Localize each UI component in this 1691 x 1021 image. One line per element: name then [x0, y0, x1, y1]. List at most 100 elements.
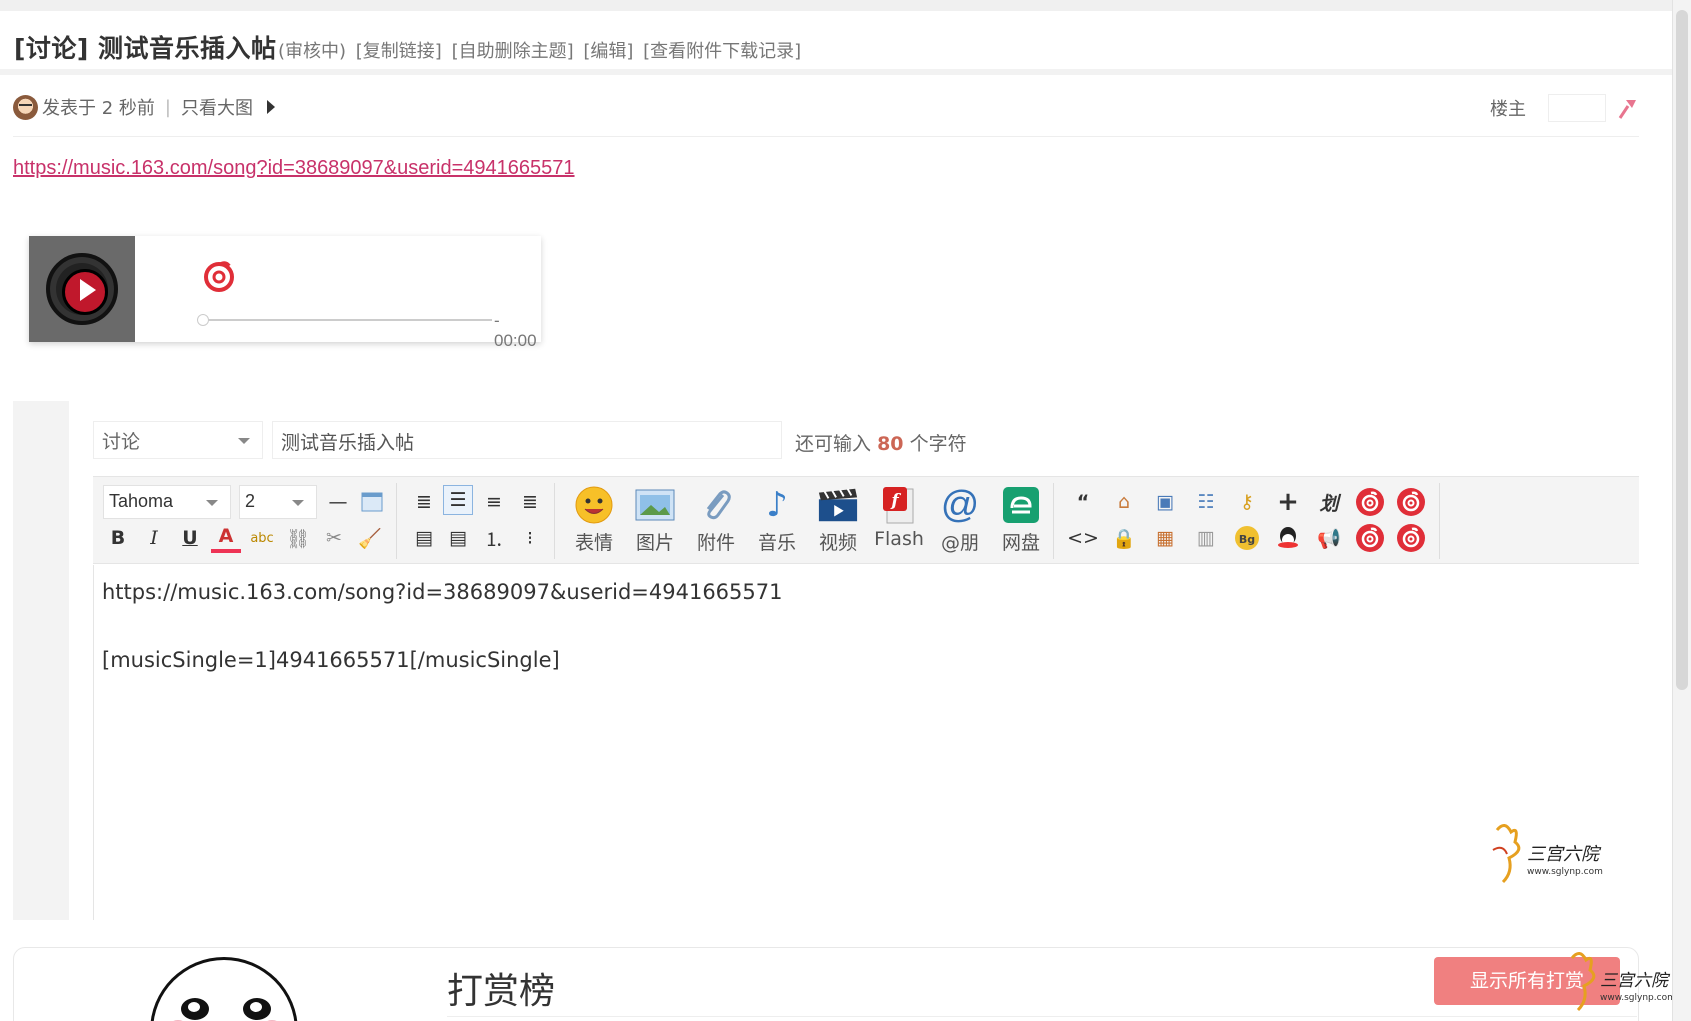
insert-link-icon[interactable]: ⛓: [283, 523, 313, 553]
horizontal-rule-icon[interactable]: —: [323, 487, 353, 517]
strikethrough-icon[interactable]: 划: [1314, 487, 1344, 517]
thread-actions: (审核中) [复制链接] [自助删除主题] [编辑] [查看附件下载记录]: [278, 37, 805, 63]
mention-label: @朋: [940, 532, 979, 554]
page-break-icon[interactable]: ☷: [1191, 487, 1221, 517]
edit-link[interactable]: [编辑]: [583, 41, 633, 62]
netease-music-icon[interactable]: [1355, 523, 1385, 553]
align-right-icon[interactable]: ≣: [515, 487, 545, 517]
thread-type-select[interactable]: 讨论: [93, 421, 263, 459]
only-big-images-link[interactable]: 只看大图: [181, 94, 253, 120]
netease-music-logo-icon: [204, 261, 234, 292]
toolbar-separator: [1053, 483, 1054, 559]
align-left-icon[interactable]: ☰: [443, 485, 473, 515]
font-color-icon[interactable]: A: [211, 523, 241, 553]
flash-label: Flash: [874, 528, 924, 550]
content-line: [102, 609, 1631, 643]
flash-icon: f: [878, 485, 920, 525]
music-player: - 00:00: [29, 236, 541, 350]
underline-icon[interactable]: U: [175, 523, 205, 553]
table-icon[interactable]: ▥: [1191, 523, 1221, 553]
netease-music-icon[interactable]: [1396, 487, 1426, 517]
floor-jump-input[interactable]: [1548, 94, 1606, 122]
chevron-down-icon: [238, 438, 250, 444]
scrollbar-thumb[interactable]: [1676, 10, 1688, 690]
align-justify-icon[interactable]: ≣: [409, 487, 439, 517]
self-delete-link[interactable]: [自助删除主题]: [452, 41, 574, 62]
emoji-button[interactable]: 表情: [566, 485, 622, 561]
flash-button[interactable]: f Flash: [871, 485, 927, 561]
emoji-label: 表情: [574, 532, 613, 554]
paste-word-icon[interactable]: ▣: [1150, 487, 1180, 517]
qq-icon[interactable]: [1273, 523, 1303, 553]
font-size-select[interactable]: 2: [239, 485, 317, 519]
content-line: https://music.163.com/song?id=38689097&u…: [102, 580, 783, 604]
netdisk-label: 网盘: [1001, 532, 1040, 554]
attachment-log-link[interactable]: [查看附件下载记录]: [643, 41, 801, 62]
watermark-name: 三宫六院: [1527, 844, 1602, 865]
paperclip-icon: [695, 485, 737, 525]
announcement-icon[interactable]: 📢: [1314, 523, 1344, 553]
watermark-name: 三宫六院: [1600, 971, 1671, 991]
spellcheck-icon[interactable]: abc: [247, 523, 277, 553]
album-cover: [29, 236, 135, 342]
page-scrollbar[interactable]: [1672, 0, 1691, 1021]
play-arrow-icon[interactable]: [266, 100, 275, 114]
play-button-icon[interactable]: [46, 253, 118, 325]
image-upload-icon[interactable]: ▦: [1150, 523, 1180, 553]
subject-input[interactable]: 测试音乐插入帖: [272, 421, 782, 459]
netease-music-icon[interactable]: [1396, 523, 1426, 553]
progress-handle[interactable]: [197, 314, 209, 326]
cloud-disk-icon: [1000, 485, 1042, 525]
float-right-icon[interactable]: ▤: [443, 523, 473, 553]
eye: [243, 998, 271, 1020]
background-music-icon[interactable]: Bg: [1232, 523, 1262, 553]
video-button[interactable]: 视频: [810, 485, 866, 561]
thread-type-value: 讨论: [102, 431, 141, 453]
hide-content-icon[interactable]: 🔒: [1109, 523, 1139, 553]
free-content-icon[interactable]: ⌂: [1109, 487, 1139, 517]
code-icon[interactable]: <>: [1067, 523, 1099, 553]
chevron-down-icon: [206, 500, 218, 506]
progress-track[interactable]: [197, 314, 492, 326]
password-key-icon[interactable]: ⚷: [1232, 487, 1262, 517]
attachment-button[interactable]: 附件: [688, 485, 744, 561]
jump-pin-icon[interactable]: [1614, 94, 1642, 122]
mention-button[interactable]: @ @朋: [932, 484, 988, 561]
copy-link-link[interactable]: [复制链接]: [356, 41, 442, 62]
toolbar-separator: [396, 483, 397, 559]
post-music-link[interactable]: https://music.163.com/song?id=38689097&u…: [13, 157, 575, 180]
image-icon: [634, 485, 676, 525]
float-left-icon[interactable]: ▤: [409, 523, 439, 553]
clear-format-icon[interactable]: 🧹: [355, 523, 385, 553]
forum-page: [讨论] 测试音乐插入帖 (审核中) [复制链接] [自助删除主题] [编辑] …: [0, 0, 1672, 1021]
smiley-icon: [573, 485, 615, 525]
watermark-logo: 三宫六院 www.sglynp.com: [1570, 952, 1676, 1012]
player-time: - 00:00: [494, 311, 537, 350]
unordered-list-icon[interactable]: ⁝: [515, 523, 545, 553]
attachment-label: 附件: [696, 532, 735, 554]
user-avatar-icon[interactable]: [13, 94, 38, 120]
svg-text:Bg: Bg: [1239, 533, 1255, 546]
quote-icon[interactable]: “: [1068, 487, 1098, 517]
netease-music-icon[interactable]: [1355, 487, 1385, 517]
music-button[interactable]: ♪ 音乐: [749, 485, 805, 561]
meta-separator: |: [164, 96, 171, 118]
font-size-value: 2: [245, 491, 256, 511]
background-color-icon[interactable]: [357, 487, 387, 517]
unlink-icon[interactable]: ✂: [319, 523, 349, 553]
add-icon[interactable]: +: [1273, 487, 1303, 517]
align-center-icon[interactable]: ≡: [479, 487, 509, 517]
eye: [181, 998, 209, 1020]
editor-toolbar: Tahoma 2 — B I U A abc ⛓ ✂ 🧹 ≣ ☰ ≡ ≣ ▤ ▤…: [93, 476, 1639, 564]
netdisk-button[interactable]: 网盘: [993, 485, 1049, 561]
watermark-url: www.sglynp.com: [1527, 867, 1603, 877]
bold-icon[interactable]: B: [103, 523, 133, 553]
image-button[interactable]: 图片: [627, 485, 683, 561]
music-note-icon: ♪: [766, 485, 788, 525]
ordered-list-icon[interactable]: ⒈: [479, 523, 509, 553]
font-family-select[interactable]: Tahoma: [103, 485, 231, 519]
message-textarea[interactable]: https://music.163.com/song?id=38689097&u…: [93, 565, 1639, 920]
italic-icon[interactable]: I: [139, 523, 169, 553]
content-line: [musicSingle=1]4941665571[/musicSingle]: [102, 648, 560, 672]
thread-title: [讨论] 测试音乐插入帖: [14, 34, 277, 63]
